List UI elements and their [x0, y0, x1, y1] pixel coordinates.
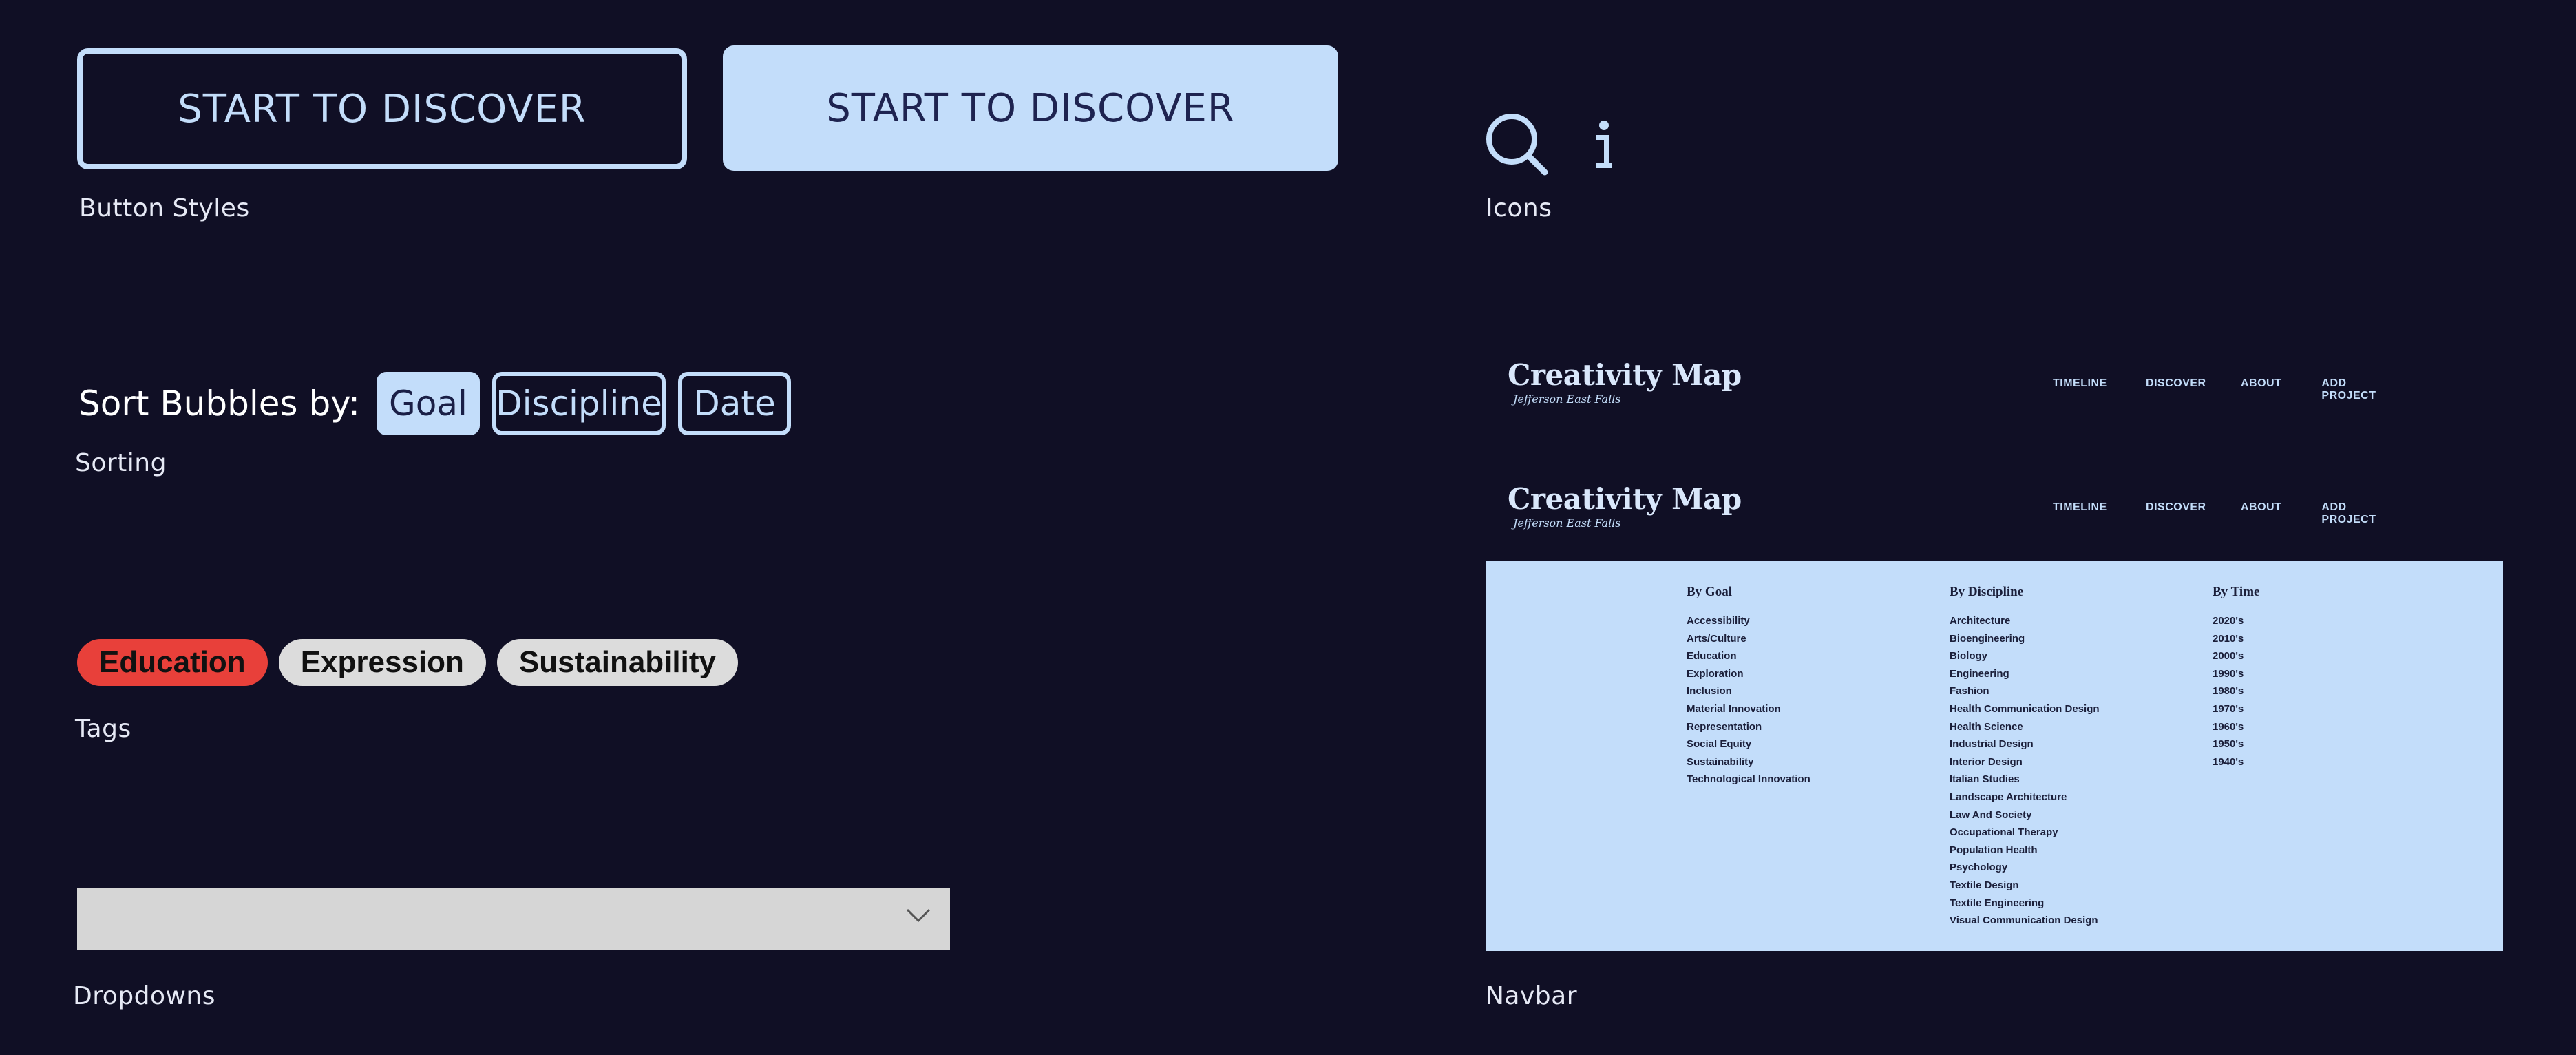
tag-row: Education Expression Sustainability	[77, 639, 738, 686]
navbar-title: Creativity Map	[1508, 358, 1742, 392]
menu-item[interactable]: Arts/Culture	[1687, 630, 1810, 648]
nav-link-about-expanded[interactable]: ABOUT	[2241, 501, 2321, 526]
menu-item[interactable]: Law And Society	[1950, 806, 2100, 824]
sort-bar: Sort Bubbles by: Goal Discipline Date	[78, 372, 791, 435]
menu-item[interactable]: Industrial Design	[1950, 735, 2100, 753]
menu-item[interactable]: 1980's	[2213, 682, 2259, 700]
navbar-links-expanded: TIMELINE DISCOVER ABOUT ADD PROJECT	[2053, 501, 2403, 526]
icons-caption: Icons	[1486, 194, 1552, 222]
menu-item[interactable]: Italian Studies	[1950, 771, 2100, 788]
tag-sustainability-label: Sustainability	[518, 645, 716, 679]
nav-link-add-project-expanded[interactable]: ADD PROJECT	[2321, 501, 2403, 526]
nav-link-about[interactable]: ABOUT	[2241, 377, 2321, 402]
tag-sustainability[interactable]: Sustainability	[496, 639, 738, 686]
menu-item[interactable]: Textile Engineering	[1950, 895, 2100, 912]
menu-item[interactable]: 2010's	[2213, 630, 2259, 648]
menu-column-time: By Time 2020's 2010's 2000's 1990's 1980's 19…	[2213, 585, 2259, 771]
dropdown-select[interactable]	[77, 888, 950, 950]
menu-item[interactable]: 1950's	[2213, 735, 2259, 753]
menu-item[interactable]: Landscape Architecture	[1950, 788, 2100, 806]
menu-item[interactable]: Psychology	[1950, 859, 2100, 877]
start-discover-filled-button[interactable]: START TO DISCOVER	[723, 45, 1338, 171]
menu-item[interactable]: 1960's	[2213, 718, 2259, 736]
menu-item[interactable]: Biology	[1950, 647, 2100, 665]
menu-item[interactable]: Bioengineering	[1950, 630, 2100, 648]
menu-item[interactable]: Material Innovation	[1687, 700, 1810, 718]
menu-column-discipline: By Discipline Architecture Bioengineering…	[1950, 585, 2100, 930]
menu-item[interactable]: Population Health	[1950, 842, 2100, 859]
menu-item[interactable]: 2020's	[2213, 612, 2259, 630]
nav-link-discover[interactable]: DISCOVER	[2146, 377, 2241, 402]
nav-link-add-project[interactable]: ADD PROJECT	[2321, 377, 2403, 402]
menu-item[interactable]: Exploration	[1687, 665, 1810, 683]
menu-item[interactable]: 2000's	[2213, 647, 2259, 665]
sort-goal-button[interactable]: Goal	[376, 372, 480, 435]
discover-mega-menu: By Goal Accessibility Arts/Culture Educati…	[1486, 561, 2503, 951]
menu-item[interactable]: Social Equity	[1687, 735, 1810, 753]
navbar-subtitle-expanded: Jefferson East Falls	[1513, 516, 1621, 530]
menu-heading-discipline: By Discipline	[1950, 585, 2024, 599]
navbar-brand-expanded[interactable]: Creativity Map Jefferson East Falls	[1508, 485, 1742, 530]
navbar-expanded: Creativity Map Jefferson East Falls TIME…	[1508, 485, 2403, 540]
menu-item[interactable]: Sustainability	[1687, 753, 1810, 771]
nav-link-timeline-expanded[interactable]: TIMELINE	[2053, 501, 2146, 526]
navbar: Creativity Map Jefferson East Falls TIME…	[1508, 361, 2403, 416]
menu-item[interactable]: 1990's	[2213, 665, 2259, 683]
search-icon[interactable]	[1484, 112, 1550, 180]
menu-item[interactable]: Representation	[1687, 718, 1810, 736]
menu-item[interactable]: Textile Design	[1950, 877, 2100, 895]
tag-education[interactable]: Education	[77, 639, 268, 686]
menu-column-goal: By Goal Accessibility Arts/Culture Educati…	[1687, 585, 1810, 788]
menu-item[interactable]: Health Communication Design	[1950, 700, 2100, 718]
navbar-brand[interactable]: Creativity Map Jefferson East Falls	[1508, 361, 1742, 406]
menu-item[interactable]: Occupational Therapy	[1950, 824, 2100, 842]
start-discover-outline-label: START TO DISCOVER	[178, 86, 587, 132]
menu-item[interactable]: Visual Communication Design	[1950, 912, 2100, 930]
start-discover-outline-button[interactable]: START TO DISCOVER	[77, 48, 687, 169]
menu-item[interactable]: Education	[1687, 647, 1810, 665]
sort-date-button[interactable]: Date	[677, 372, 791, 435]
tag-expression-label: Expression	[300, 645, 464, 679]
menu-item[interactable]: Interior Design	[1950, 753, 2100, 771]
navbar-subtitle: Jefferson East Falls	[1513, 393, 1621, 406]
start-discover-filled-label: START TO DISCOVER	[826, 85, 1235, 131]
sort-discipline-button[interactable]: Discipline	[492, 372, 666, 435]
sort-date-label: Date	[693, 384, 776, 424]
info-icon[interactable]	[1592, 120, 1616, 175]
menu-heading-goal: By Goal	[1687, 585, 1732, 599]
menu-item[interactable]: Fashion	[1950, 682, 2100, 700]
tag-expression[interactable]: Expression	[278, 639, 486, 686]
menu-item[interactable]: Health Science	[1950, 718, 2100, 736]
tags-caption: Tags	[75, 715, 131, 743]
sorting-caption: Sorting	[75, 449, 167, 477]
menu-heading-time: By Time	[2213, 585, 2260, 599]
chevron-down-icon	[906, 908, 931, 923]
dropdowns-caption: Dropdowns	[73, 982, 215, 1010]
menu-item[interactable]: 1940's	[2213, 753, 2259, 771]
navbar-title-expanded: Creativity Map	[1508, 482, 1742, 516]
navbar-links: TIMELINE DISCOVER ABOUT ADD PROJECT	[2053, 377, 2403, 402]
sort-label: Sort Bubbles by:	[78, 384, 360, 424]
tag-education-label: Education	[99, 645, 246, 679]
nav-link-discover-expanded[interactable]: DISCOVER	[2146, 501, 2241, 526]
sort-discipline-label: Discipline	[496, 384, 662, 424]
menu-item[interactable]: Engineering	[1950, 665, 2100, 683]
menu-item[interactable]: Inclusion	[1687, 682, 1810, 700]
menu-item[interactable]: Technological Innovation	[1687, 771, 1810, 788]
sort-goal-label: Goal	[389, 384, 467, 424]
navbar-caption: Navbar	[1486, 982, 1578, 1010]
button-styles-caption: Button Styles	[79, 194, 250, 222]
menu-item[interactable]: Accessibility	[1687, 612, 1810, 630]
nav-link-timeline[interactable]: TIMELINE	[2053, 377, 2146, 402]
menu-item[interactable]: 1970's	[2213, 700, 2259, 718]
menu-item[interactable]: Architecture	[1950, 612, 2100, 630]
